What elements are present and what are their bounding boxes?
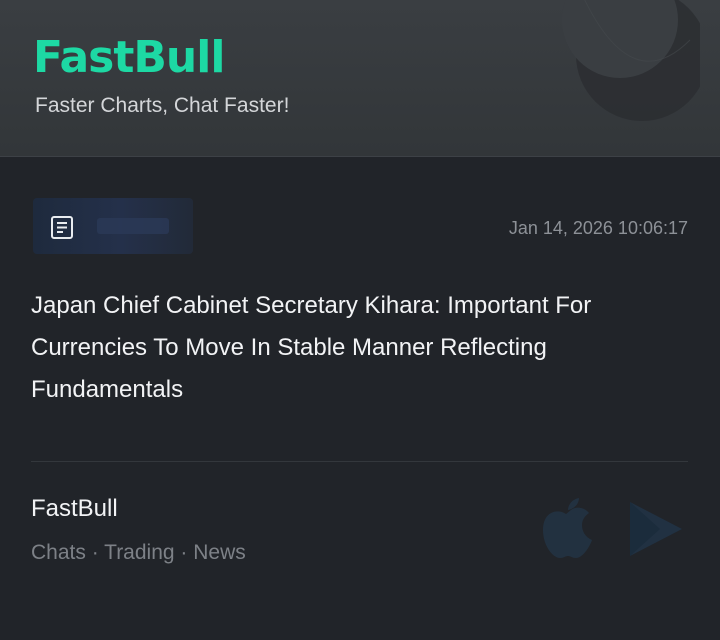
decorative-swirl-graphic (562, 0, 700, 121)
footer-brand-name: FastBull (31, 495, 118, 522)
news-source-badge (33, 198, 193, 254)
newspaper-icon (51, 216, 73, 239)
article-headline[interactable]: Japan Chief Cabinet Secretary Kihara: Im… (31, 285, 691, 411)
footer-tagline: Chats · Trading · News (31, 541, 246, 564)
header-tagline: Faster Charts, Chat Faster! (35, 94, 290, 117)
apple-icon[interactable] (535, 496, 597, 562)
article-timestamp: Jan 14, 2026 10:06:17 (508, 218, 688, 238)
section-divider (31, 461, 688, 462)
source-name-placeholder (97, 218, 169, 234)
fastbull-logo: FastBull (33, 32, 225, 83)
header-banner: FastBull Faster Charts, Chat Faster! (0, 0, 720, 157)
google-play-icon[interactable] (624, 498, 686, 560)
